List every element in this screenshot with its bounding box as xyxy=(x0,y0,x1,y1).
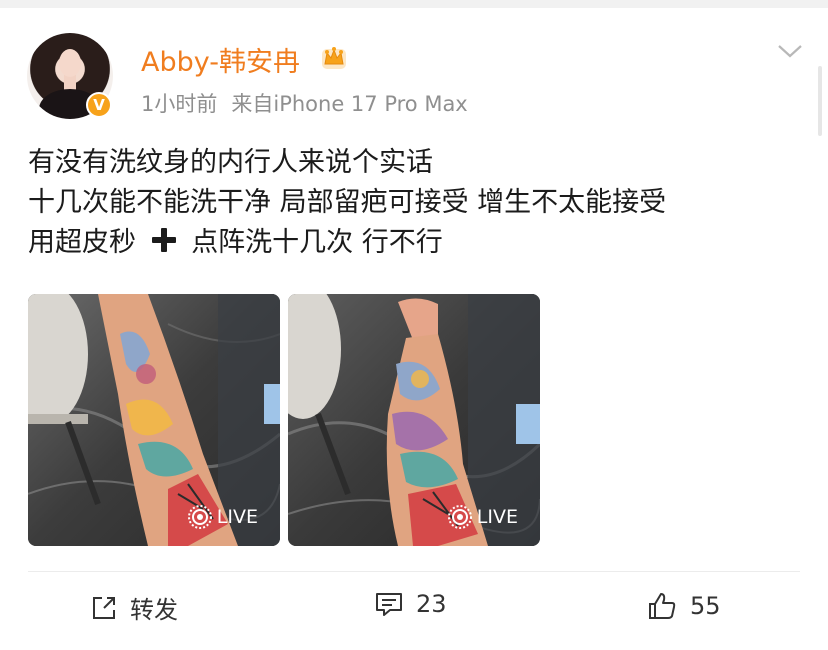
live-badge-label: LIVE xyxy=(476,506,518,528)
live-photo-badge: LIVE xyxy=(187,504,258,530)
repost-button[interactable]: 转发 xyxy=(90,590,178,625)
post-image[interactable]: LIVE xyxy=(28,294,280,546)
like-count: 55 xyxy=(690,592,721,620)
crown-icon xyxy=(322,47,346,69)
comment-icon xyxy=(376,593,402,616)
action-divider xyxy=(28,571,800,572)
post-text-part: 点阵洗十几次 行不行 xyxy=(191,227,443,258)
author-name[interactable]: Abby-韩安冉 xyxy=(141,40,300,79)
post-time: 1小时前 xyxy=(141,92,218,116)
post-text-line: 用超皮秒 点阵洗十几次 行不行 xyxy=(28,223,808,263)
post-body: 有没有洗纹身的内行人来说个实话 十几次能不能洗干净 局部留疤可接受 增生不太能接… xyxy=(28,143,808,263)
comment-button[interactable]: 23 xyxy=(374,590,447,618)
post-text-part: 用超皮秒 xyxy=(28,227,136,258)
post-text-line: 有没有洗纹身的内行人来说个实话 xyxy=(28,147,433,178)
live-photo-icon xyxy=(447,505,472,529)
post-image[interactable]: LIVE xyxy=(288,294,540,546)
live-photo-icon xyxy=(187,505,212,529)
post-meta: 1小时前 来自iPhone 17 Pro Max xyxy=(141,88,468,118)
chevron-down-icon[interactable] xyxy=(776,42,804,60)
avatar-face xyxy=(59,49,81,77)
comment-count: 23 xyxy=(416,590,447,618)
repost-icon xyxy=(93,596,115,619)
live-photo-badge: LIVE xyxy=(447,504,518,530)
scrollbar[interactable] xyxy=(818,66,822,136)
post-source[interactable]: 来自iPhone 17 Pro Max xyxy=(231,92,467,116)
thumbs-up-icon xyxy=(649,593,676,619)
plus-emoji-icon xyxy=(151,228,176,252)
verified-badge-icon: V xyxy=(86,92,112,118)
like-button[interactable]: 55 xyxy=(646,590,721,622)
live-badge-label: LIVE xyxy=(216,506,258,528)
post-text-line: 十几次能不能洗干净 局部留疤可接受 增生不太能接受 xyxy=(28,187,667,218)
repost-label: 转发 xyxy=(130,596,178,624)
top-strip xyxy=(0,0,828,8)
